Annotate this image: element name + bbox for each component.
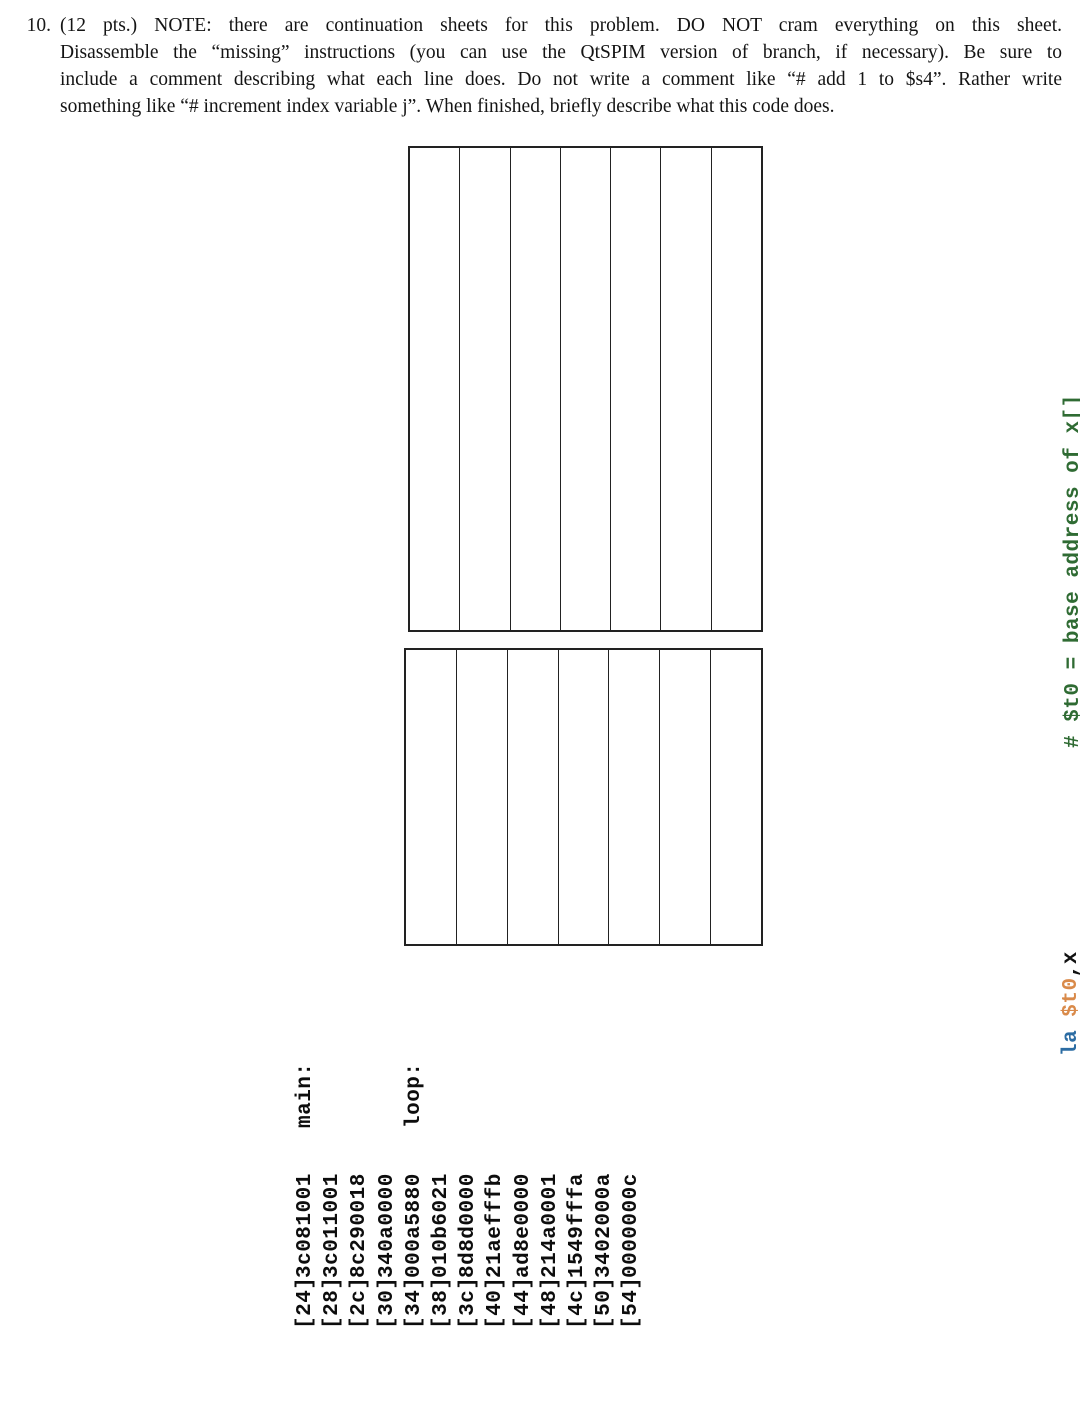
question-line-4: something like “# increment index variab… (60, 96, 835, 117)
listing-hex-word: ad8e0000 (511, 1173, 535, 1278)
listing-hex-word: 0000000c (620, 1173, 644, 1278)
instruction-answer-grid[interactable] (404, 648, 763, 946)
question-line-3: include a comment describing what each l… (60, 69, 1062, 90)
listing-hex-word: 21aefffb (484, 1173, 508, 1278)
listing-hex-word: 3402000a (593, 1173, 617, 1278)
listing-comment: # $t0 = base address of x[] (1062, 394, 1080, 748)
listing-hex-word: 214a0001 (538, 1173, 562, 1278)
question-number: 10. (26, 15, 51, 36)
question-row: 10. (12 pts.) NOTE: there are continuati… (18, 12, 1062, 120)
answer-cell[interactable] (561, 148, 612, 630)
listing-hex-word: 8c290018 (348, 1173, 372, 1278)
answer-cell[interactable] (406, 650, 457, 944)
listing-address: [2c] (348, 1276, 372, 1329)
answer-cell[interactable] (460, 148, 511, 630)
answer-cell[interactable] (609, 650, 661, 944)
question-line-1: (12 pts.) NOTE: there are continuation s… (60, 15, 1062, 36)
listing-address: [34] (402, 1276, 426, 1329)
listing-label: loop: (402, 1062, 426, 1128)
listing-hex-word: 000a5880 (402, 1173, 426, 1278)
answer-cell[interactable] (611, 148, 662, 630)
question-block: 10. (12 pts.) NOTE: there are continuati… (18, 12, 1062, 120)
listing-address: [48] (538, 1276, 562, 1329)
instruction-token-mn: la (1060, 1029, 1080, 1056)
listing-address: [28] (321, 1276, 345, 1329)
instruction-column: la $t0,xlw $t1,nli $t2,0li $v0,10syscall (766, 118, 1080, 1358)
listing-address: [54] (620, 1276, 644, 1329)
listing-address: [38] (430, 1276, 453, 1329)
comment-answer-grid[interactable] (408, 146, 763, 632)
listing-address: [50] (593, 1276, 617, 1329)
instruction-token-sym: x (1060, 951, 1080, 964)
answer-cell[interactable] (660, 650, 712, 944)
listing-address: [44] (511, 1276, 535, 1329)
question-line-2: Disassemble the “missing” instructions (… (60, 42, 1062, 63)
listing-instruction: la $t0,x (1060, 951, 1080, 1056)
listing-address: [24] (294, 1276, 317, 1329)
answer-cell[interactable] (410, 148, 461, 630)
listing-address: [40] (484, 1276, 508, 1329)
answer-cell[interactable] (661, 148, 712, 630)
answer-cell[interactable] (711, 650, 761, 944)
listing-address: [4c] (566, 1276, 589, 1329)
answer-cell[interactable] (559, 650, 610, 944)
listing-label: main: (294, 1062, 317, 1128)
listing-hex-word: 3c011001 (321, 1173, 345, 1278)
instruction-token-reg: $t0 (1060, 977, 1080, 1017)
disassembly-listing: # $t0 = base address of x[]# $t1 = n# $t… (0, 118, 1080, 1358)
listing-hex-word: 8d8d0000 (457, 1173, 481, 1278)
answer-cell[interactable] (457, 650, 508, 944)
listing-hex-word: 340a0000 (375, 1173, 399, 1278)
answer-cell[interactable] (712, 148, 761, 630)
listing-address: [3c] (457, 1276, 481, 1329)
answer-cell[interactable] (508, 650, 559, 944)
instruction-token-pun: , (1060, 964, 1080, 977)
listing-hex-word: 1549fffa (566, 1173, 589, 1278)
answer-cell[interactable] (511, 148, 561, 630)
address-column: [24] [28] [2c] [30] [34] [38] [3c] [40] [44] [48]… (0, 118, 643, 1358)
question-text: (12 pts.) NOTE: there are continuation s… (60, 12, 1062, 120)
listing-address: [30] (375, 1276, 399, 1329)
listing-hex-word: 3c081001 (294, 1173, 317, 1278)
listing-hex-word: 010b6021 (430, 1173, 453, 1278)
